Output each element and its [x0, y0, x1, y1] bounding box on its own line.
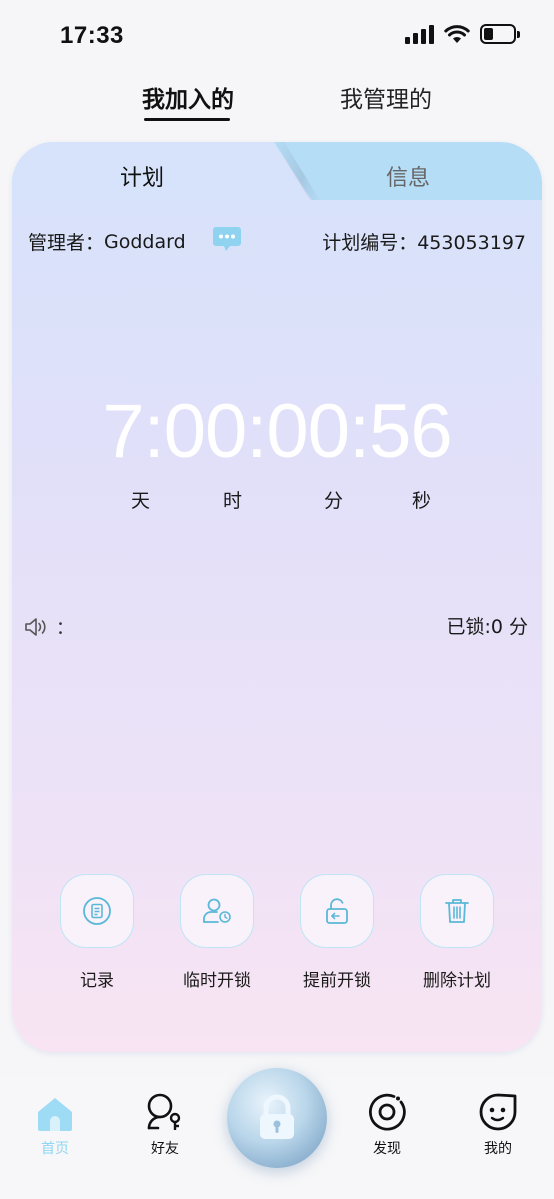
tab-managed[interactable]: 我管理的 — [334, 80, 438, 114]
sound-row[interactable]: ： — [24, 614, 74, 640]
speaker-icon[interactable] — [24, 617, 50, 637]
tab-plan-label[interactable]: 计划 — [120, 160, 164, 192]
action-temp-unlock[interactable]: 临时开锁 — [162, 874, 272, 991]
top-tabs: 我加入的 我管理的 — [0, 80, 554, 130]
card-body: 管理者： Goddard 计划编号：453053197 7:00:00:56 天… — [12, 200, 542, 1052]
nav-discover-label: 发现 — [373, 1141, 401, 1157]
delete-plan-label: 删除计划 — [423, 971, 491, 991]
unit-day: 天 — [131, 490, 151, 512]
manager-row: 管理者： Goddard — [28, 228, 186, 255]
tab-joined[interactable]: 我加入的 — [136, 80, 240, 114]
manager-label: 管理者： — [28, 232, 105, 254]
temp-unlock-button[interactable] — [180, 874, 254, 948]
lock-icon — [260, 1094, 294, 1139]
plan-number-row: 计划编号：453053197 — [322, 228, 526, 255]
wifi-icon — [444, 25, 470, 43]
locked-duration: 已锁:0 分 — [446, 616, 528, 638]
temp-unlock-label: 临时开锁 — [183, 971, 251, 991]
delete-plan-button[interactable] — [420, 874, 494, 948]
sound-label: ： — [56, 618, 74, 639]
unit-second: 秒 — [412, 490, 432, 512]
manager-name: Goddard — [104, 230, 186, 253]
status-bar: 17:33 — [0, 0, 554, 70]
friends-icon — [147, 1093, 181, 1130]
nav-discover[interactable]: 发现 — [347, 1088, 427, 1158]
record-button[interactable] — [60, 874, 134, 948]
record-icon — [83, 897, 111, 925]
action-early-unlock[interactable]: 提前开锁 — [282, 874, 392, 991]
nav-home[interactable]: 首页 — [15, 1088, 95, 1158]
delete-icon — [445, 899, 469, 923]
action-delete-plan[interactable]: 删除计划 — [402, 874, 512, 991]
unit-minute: 分 — [324, 490, 344, 512]
unit-hour: 时 — [223, 490, 243, 512]
nav-profile[interactable]: 我的 — [458, 1088, 538, 1158]
nav-profile-label: 我的 — [484, 1141, 512, 1157]
status-time: 17:33 — [60, 22, 124, 49]
nav-home-label: 首页 — [41, 1141, 69, 1157]
signal-icon — [405, 24, 434, 44]
plan-card: 计划 信息 管理者： Goddard 计划编号：453053197 7:00:0… — [12, 142, 542, 1052]
record-label: 记录 — [80, 971, 114, 991]
profile-icon — [479, 1093, 517, 1131]
active-tab-underline — [144, 118, 230, 121]
chat-icon[interactable] — [212, 226, 242, 252]
plan-number: 453053197 — [417, 232, 526, 254]
plan-number-label: 计划编号： — [322, 232, 418, 254]
temp-unlock-icon — [203, 898, 231, 923]
countdown-timer: 7:00:00:56 — [102, 389, 452, 474]
home-icon — [38, 1098, 72, 1131]
battery-icon — [480, 24, 520, 44]
center-lock-button[interactable] — [227, 1068, 327, 1168]
early-unlock-label: 提前开锁 — [303, 971, 371, 991]
status-icons — [405, 24, 520, 44]
tab-info-label[interactable]: 信息 — [386, 160, 430, 192]
action-record[interactable]: 记录 — [42, 874, 152, 991]
early-unlock-icon — [326, 898, 348, 924]
discover-icon — [368, 1093, 406, 1131]
nav-friends[interactable]: 好友 — [125, 1088, 205, 1158]
nav-friends-label: 好友 — [151, 1141, 179, 1157]
early-unlock-button[interactable] — [300, 874, 374, 948]
